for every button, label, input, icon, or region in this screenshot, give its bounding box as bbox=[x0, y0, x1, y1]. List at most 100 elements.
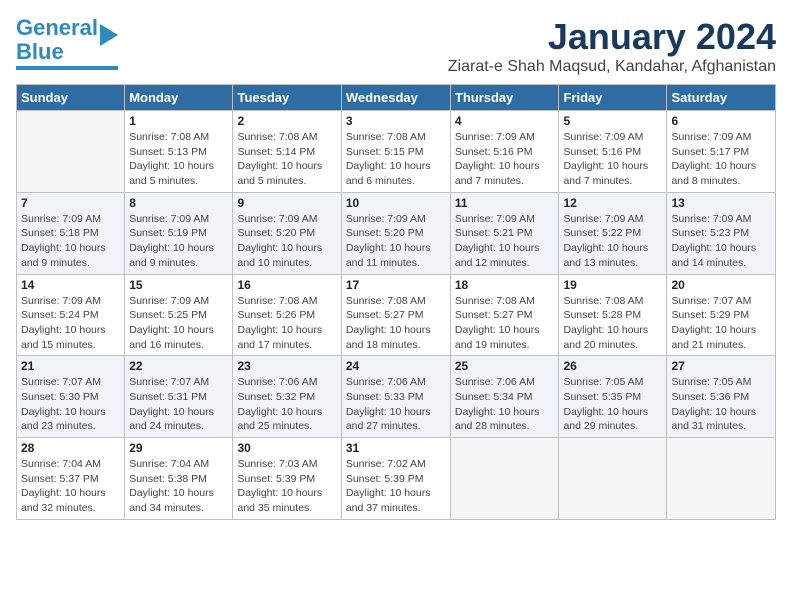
logo: General Blue bbox=[16, 16, 118, 70]
day-info: Sunrise: 7:09 AM Sunset: 5:20 PM Dayligh… bbox=[237, 212, 336, 271]
day-info: Sunrise: 7:06 AM Sunset: 5:33 PM Dayligh… bbox=[346, 375, 446, 434]
calendar-cell: 24Sunrise: 7:06 AM Sunset: 5:33 PM Dayli… bbox=[341, 356, 450, 438]
calendar-cell: 18Sunrise: 7:08 AM Sunset: 5:27 PM Dayli… bbox=[450, 274, 559, 356]
day-info: Sunrise: 7:09 AM Sunset: 5:16 PM Dayligh… bbox=[455, 130, 555, 189]
day-number: 2 bbox=[237, 114, 336, 128]
day-number: 11 bbox=[455, 196, 555, 210]
header-cell-saturday: Saturday bbox=[667, 85, 776, 111]
calendar-subtitle: Ziarat-e Shah Maqsud, Kandahar, Afghanis… bbox=[448, 58, 776, 76]
calendar-cell: 28Sunrise: 7:04 AM Sunset: 5:37 PM Dayli… bbox=[17, 438, 125, 520]
calendar-cell bbox=[17, 111, 125, 193]
day-info: Sunrise: 7:09 AM Sunset: 5:18 PM Dayligh… bbox=[21, 212, 120, 271]
day-number: 20 bbox=[671, 278, 771, 292]
calendar-cell: 1 Sunrise: 7:08 AM Sunset: 5:13 PM Daylig… bbox=[125, 111, 233, 193]
calendar-cell: 20 Sunrise: 7:07 AM Sunset: 5:29 PM Dayli… bbox=[667, 274, 776, 356]
day-number: 26 bbox=[563, 359, 662, 373]
day-number: 1 bbox=[129, 114, 228, 128]
day-number: 18 bbox=[455, 278, 555, 292]
day-number: 27 bbox=[671, 359, 771, 373]
day-info: Sunrise: 7:09 AM Sunset: 5:17 PM Dayligh… bbox=[671, 130, 771, 189]
day-number: 4 bbox=[455, 114, 555, 128]
calendar-cell: 17Sunrise: 7:08 AM Sunset: 5:27 PM Dayli… bbox=[341, 274, 450, 356]
day-number: 6 bbox=[671, 114, 771, 128]
calendar-cell: 25 Sunrise: 7:06 AM Sunset: 5:34 PM Dayli… bbox=[450, 356, 559, 438]
calendar-cell: 11 Sunrise: 7:09 AM Sunset: 5:21 PM Dayli… bbox=[450, 192, 559, 274]
day-number: 12 bbox=[563, 196, 662, 210]
day-number: 15 bbox=[129, 278, 228, 292]
header-cell-friday: Friday bbox=[559, 85, 667, 111]
calendar-cell: 16 Sunrise: 7:08 AM Sunset: 5:26 PM Dayli… bbox=[233, 274, 341, 356]
header-cell-thursday: Thursday bbox=[450, 85, 559, 111]
day-info: Sunrise: 7:07 AM Sunset: 5:29 PM Dayligh… bbox=[671, 294, 771, 353]
day-number: 16 bbox=[237, 278, 336, 292]
calendar-cell bbox=[667, 438, 776, 520]
day-info: Sunrise: 7:08 AM Sunset: 5:26 PM Dayligh… bbox=[237, 294, 336, 353]
calendar-week-4: 21 Sunrise: 7:07 AM Sunset: 5:30 PM Dayli… bbox=[17, 356, 776, 438]
title-section: January 2024 Ziarat-e Shah Maqsud, Kanda… bbox=[448, 16, 776, 76]
header-cell-tuesday: Tuesday bbox=[233, 85, 341, 111]
logo-general: General bbox=[16, 15, 98, 40]
calendar-cell: 10 Sunrise: 7:09 AM Sunset: 5:20 PM Dayli… bbox=[341, 192, 450, 274]
calendar-week-5: 28Sunrise: 7:04 AM Sunset: 5:37 PM Dayli… bbox=[17, 438, 776, 520]
day-info: Sunrise: 7:06 AM Sunset: 5:32 PM Dayligh… bbox=[237, 375, 336, 434]
day-number: 23 bbox=[237, 359, 336, 373]
calendar-cell: 27 Sunrise: 7:05 AM Sunset: 5:36 PM Dayli… bbox=[667, 356, 776, 438]
day-info: Sunrise: 7:05 AM Sunset: 5:36 PM Dayligh… bbox=[671, 375, 771, 434]
day-number: 21 bbox=[21, 359, 120, 373]
day-info: Sunrise: 7:09 AM Sunset: 5:20 PM Dayligh… bbox=[346, 212, 446, 271]
day-number: 31 bbox=[346, 441, 446, 455]
day-info: Sunrise: 7:09 AM Sunset: 5:22 PM Dayligh… bbox=[563, 212, 662, 271]
logo-text: General Blue bbox=[16, 16, 98, 64]
calendar-cell: 5Sunrise: 7:09 AM Sunset: 5:16 PM Daylig… bbox=[559, 111, 667, 193]
day-info: Sunrise: 7:06 AM Sunset: 5:34 PM Dayligh… bbox=[455, 375, 555, 434]
calendar-cell: 23 Sunrise: 7:06 AM Sunset: 5:32 PM Dayli… bbox=[233, 356, 341, 438]
calendar-cell: 31 Sunrise: 7:02 AM Sunset: 5:39 PM Dayli… bbox=[341, 438, 450, 520]
day-info: Sunrise: 7:09 AM Sunset: 5:21 PM Dayligh… bbox=[455, 212, 555, 271]
logo-arrow-icon bbox=[100, 24, 118, 46]
calendar-table: SundayMondayTuesdayWednesdayThursdayFrid… bbox=[16, 84, 776, 520]
day-info: Sunrise: 7:09 AM Sunset: 5:24 PM Dayligh… bbox=[21, 294, 120, 353]
calendar-cell: 13 Sunrise: 7:09 AM Sunset: 5:23 PM Dayli… bbox=[667, 192, 776, 274]
calendar-cell: 3 Sunrise: 7:08 AM Sunset: 5:15 PM Daylig… bbox=[341, 111, 450, 193]
day-info: Sunrise: 7:08 AM Sunset: 5:15 PM Dayligh… bbox=[346, 130, 446, 189]
day-info: Sunrise: 7:07 AM Sunset: 5:30 PM Dayligh… bbox=[21, 375, 120, 434]
calendar-week-2: 7 Sunrise: 7:09 AM Sunset: 5:18 PM Daylig… bbox=[17, 192, 776, 274]
header-cell-sunday: Sunday bbox=[17, 85, 125, 111]
calendar-cell: 29Sunrise: 7:04 AM Sunset: 5:38 PM Dayli… bbox=[125, 438, 233, 520]
day-number: 17 bbox=[346, 278, 446, 292]
calendar-cell bbox=[559, 438, 667, 520]
day-info: Sunrise: 7:03 AM Sunset: 5:39 PM Dayligh… bbox=[237, 457, 336, 516]
day-number: 3 bbox=[346, 114, 446, 128]
day-number: 10 bbox=[346, 196, 446, 210]
day-number: 14 bbox=[21, 278, 120, 292]
logo-blue: Blue bbox=[16, 39, 64, 64]
day-info: Sunrise: 7:07 AM Sunset: 5:31 PM Dayligh… bbox=[129, 375, 228, 434]
calendar-cell: 4 Sunrise: 7:09 AM Sunset: 5:16 PM Daylig… bbox=[450, 111, 559, 193]
day-number: 29 bbox=[129, 441, 228, 455]
header-cell-wednesday: Wednesday bbox=[341, 85, 450, 111]
day-number: 22 bbox=[129, 359, 228, 373]
day-info: Sunrise: 7:08 AM Sunset: 5:13 PM Dayligh… bbox=[129, 130, 228, 189]
day-number: 7 bbox=[21, 196, 120, 210]
calendar-week-3: 14 Sunrise: 7:09 AM Sunset: 5:24 PM Dayli… bbox=[17, 274, 776, 356]
day-info: Sunrise: 7:02 AM Sunset: 5:39 PM Dayligh… bbox=[346, 457, 446, 516]
page-header: General Blue January 2024 Ziarat-e Shah … bbox=[16, 16, 776, 76]
header-cell-monday: Monday bbox=[125, 85, 233, 111]
calendar-cell: 26Sunrise: 7:05 AM Sunset: 5:35 PM Dayli… bbox=[559, 356, 667, 438]
day-info: Sunrise: 7:09 AM Sunset: 5:19 PM Dayligh… bbox=[129, 212, 228, 271]
calendar-cell: 12 Sunrise: 7:09 AM Sunset: 5:22 PM Dayli… bbox=[559, 192, 667, 274]
day-number: 30 bbox=[237, 441, 336, 455]
calendar-cell: 19Sunrise: 7:08 AM Sunset: 5:28 PM Dayli… bbox=[559, 274, 667, 356]
calendar-cell: 30 Sunrise: 7:03 AM Sunset: 5:39 PM Dayli… bbox=[233, 438, 341, 520]
day-number: 8 bbox=[129, 196, 228, 210]
day-number: 9 bbox=[237, 196, 336, 210]
calendar-cell: 7 Sunrise: 7:09 AM Sunset: 5:18 PM Daylig… bbox=[17, 192, 125, 274]
day-number: 25 bbox=[455, 359, 555, 373]
day-info: Sunrise: 7:09 AM Sunset: 5:23 PM Dayligh… bbox=[671, 212, 771, 271]
calendar-cell: 22 Sunrise: 7:07 AM Sunset: 5:31 PM Dayli… bbox=[125, 356, 233, 438]
day-info: Sunrise: 7:08 AM Sunset: 5:14 PM Dayligh… bbox=[237, 130, 336, 189]
calendar-week-1: 1 Sunrise: 7:08 AM Sunset: 5:13 PM Daylig… bbox=[17, 111, 776, 193]
calendar-cell: 15Sunrise: 7:09 AM Sunset: 5:25 PM Dayli… bbox=[125, 274, 233, 356]
day-number: 5 bbox=[563, 114, 662, 128]
day-number: 13 bbox=[671, 196, 771, 210]
